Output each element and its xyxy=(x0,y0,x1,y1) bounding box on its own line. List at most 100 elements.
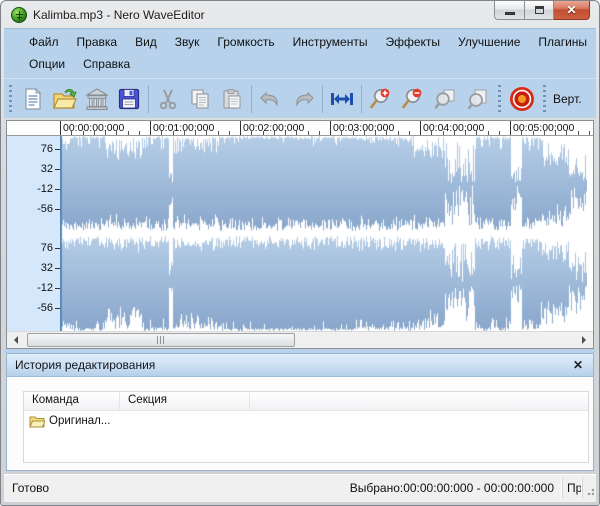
history-panel: История редактирования ✕ КомандаСекция О… xyxy=(6,353,594,471)
zoom-out-icon xyxy=(400,86,426,112)
history-title: История редактирования xyxy=(15,358,571,372)
copy-button[interactable] xyxy=(184,83,216,115)
waveform-canvas[interactable] xyxy=(60,136,587,331)
menu-item[interactable]: Улучшение xyxy=(449,33,529,51)
ruler-minor-tick xyxy=(116,131,117,135)
redo-icon xyxy=(290,87,316,111)
titlebar: Kalimba.mp3 - Nero WaveEditor ✕ xyxy=(4,1,596,28)
window-controls: ✕ xyxy=(494,1,590,20)
restore-button[interactable] xyxy=(524,1,554,20)
zoom-all-button[interactable] xyxy=(461,83,493,115)
db-label: 76 xyxy=(41,143,53,155)
ruler-minor-tick xyxy=(83,131,84,135)
toolbar: Верт. xyxy=(4,78,596,118)
menu-row-1: ФайлПравкаВидЗвукГромкостьИнструментыЭфф… xyxy=(10,31,600,53)
ruler-minor-tick xyxy=(218,131,219,135)
redo-button[interactable] xyxy=(287,83,319,115)
zoom-selection-button[interactable] xyxy=(429,83,461,115)
close-icon: ✕ xyxy=(566,4,576,16)
menu-item[interactable]: Инструменты xyxy=(284,33,377,51)
listview-column-header[interactable]: Секция xyxy=(120,392,250,410)
minimize-button[interactable] xyxy=(494,1,524,20)
ruler-minor-tick xyxy=(161,131,162,135)
menu-item[interactable]: Опции xyxy=(20,55,74,73)
history-close-icon[interactable]: ✕ xyxy=(571,358,585,372)
menu-item[interactable]: Звук xyxy=(166,33,209,51)
listview-header: КомандаСекция xyxy=(24,392,588,411)
ruler-minor-tick xyxy=(341,131,342,135)
cut-icon xyxy=(156,87,180,111)
ruler-minor-tick xyxy=(263,131,264,135)
menu-item[interactable]: Плагины xyxy=(529,33,596,51)
window-title: Kalimba.mp3 - Nero WaveEditor xyxy=(33,8,205,22)
db-tick xyxy=(55,248,60,249)
scrollbar-thumb[interactable] xyxy=(27,333,295,347)
menu-item[interactable]: Окна xyxy=(596,33,600,51)
db-scale: 7632-12-567632-12-56 xyxy=(7,136,60,331)
save-button[interactable] xyxy=(113,83,145,115)
ruler-minor-tick xyxy=(454,131,455,135)
ruler-minor-tick xyxy=(555,131,556,135)
ruler-minor-tick xyxy=(105,131,106,135)
paste-button[interactable] xyxy=(216,83,248,115)
folder-icon xyxy=(29,414,45,428)
menu-item[interactable]: Вид xyxy=(126,33,166,51)
open-file-button[interactable] xyxy=(49,83,81,115)
close-button[interactable]: ✕ xyxy=(554,1,590,20)
history-row[interactable]: Оригинал... xyxy=(24,411,588,430)
scroll-left-arrow[interactable] xyxy=(7,332,24,348)
menu-item[interactable]: Громкость xyxy=(208,33,283,51)
listview-column-header[interactable]: Команда xyxy=(24,392,120,410)
statusbar: Готово Выбрано:00:00:00:000 - 00:00:00:0… xyxy=(4,473,596,502)
ruler-minor-tick xyxy=(274,131,275,135)
ruler-minor-tick xyxy=(398,131,399,135)
ruler-minor-tick xyxy=(296,131,297,135)
cut-button[interactable] xyxy=(152,83,184,115)
menu-item[interactable]: Эффекты xyxy=(376,33,449,51)
ruler-major-tick xyxy=(60,121,61,136)
resize-grip[interactable] xyxy=(582,478,596,498)
zoom-in-button[interactable] xyxy=(365,83,397,115)
toolbar-grip[interactable] xyxy=(542,84,548,114)
audio-library-icon xyxy=(84,87,110,111)
timeline-ruler[interactable]: 00:00:00:00000:01:00:00000:02:00:00000:0… xyxy=(7,121,593,136)
ruler-minor-tick xyxy=(308,131,309,135)
ruler-minor-tick xyxy=(488,131,489,135)
ruler-minor-tick xyxy=(578,131,579,135)
ruler-minor-tick xyxy=(139,131,140,135)
ruler-minor-tick xyxy=(499,131,500,135)
db-tick xyxy=(55,189,60,190)
ruler-major-tick xyxy=(420,121,421,136)
menu-item[interactable]: Файл xyxy=(20,33,68,51)
ruler-minor-tick xyxy=(443,131,444,135)
scroll-right-arrow[interactable] xyxy=(576,332,593,348)
menu-item[interactable]: Правка xyxy=(68,33,127,51)
ruler-minor-tick xyxy=(128,131,129,135)
listview-column-filler xyxy=(250,392,588,410)
audio-library-button[interactable] xyxy=(81,83,113,115)
undo-button[interactable] xyxy=(255,83,287,115)
ruler-minor-tick xyxy=(229,131,230,135)
status-selection-text: Выбрано:00:00:00:000 - 00:00:00:000 xyxy=(350,481,562,495)
ruler-minor-tick xyxy=(94,131,95,135)
ruler-minor-tick xyxy=(566,131,567,135)
db-tick xyxy=(55,308,60,309)
toolbar-grip[interactable] xyxy=(8,84,14,114)
horizontal-scrollbar[interactable] xyxy=(7,331,593,348)
fit-width-button[interactable] xyxy=(326,83,358,115)
toolbar-separator xyxy=(251,85,252,113)
history-body: КомандаСекция Оригинал... xyxy=(7,377,593,470)
zoom-all-icon xyxy=(464,86,490,112)
waveform-panel: 00:00:00:00000:01:00:00000:02:00:00000:0… xyxy=(6,120,594,349)
record-button[interactable] xyxy=(506,83,538,115)
menu-item[interactable]: Справка xyxy=(74,55,139,73)
toolbar-separator xyxy=(361,85,362,113)
new-file-button[interactable] xyxy=(17,83,49,115)
ruler-minor-tick xyxy=(173,131,174,135)
zoom-out-button[interactable] xyxy=(397,83,429,115)
vertical-zoom-label[interactable]: Верт. xyxy=(551,92,582,106)
toolbar-grip[interactable] xyxy=(497,84,503,114)
app-window: Kalimba.mp3 - Nero WaveEditor ✕ ФайлПрав… xyxy=(0,0,600,506)
ruler-minor-tick xyxy=(71,131,72,135)
ruler-minor-tick xyxy=(206,131,207,135)
